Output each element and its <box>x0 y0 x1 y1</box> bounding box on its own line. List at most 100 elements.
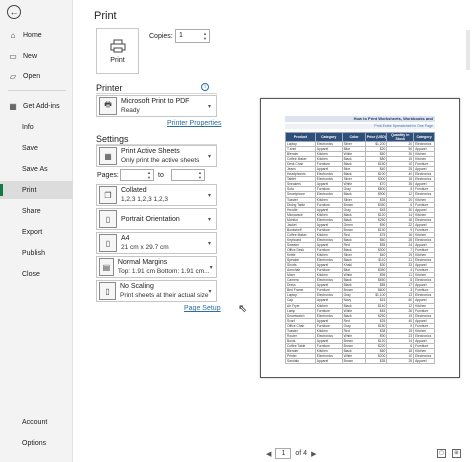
add-ins-icon: ▦ <box>9 101 17 111</box>
nav-get-add-ins[interactable]: ▦ Get Add-ins <box>0 97 73 115</box>
margins-icon: ▤ <box>99 258 114 276</box>
table-header-cell: Quantity in Stock <box>386 132 415 142</box>
table-row: Sandals Apparel Brown $35 29 Apparel <box>285 358 435 365</box>
table-cell: Apparel <box>413 358 435 365</box>
new-document-icon: ▭ <box>9 51 17 61</box>
nav-save-as-label: Save As <box>22 165 48 173</box>
paper-size-subtitle: 21 cm x 29.7 cm <box>121 244 169 251</box>
table-cell: $35 <box>365 358 388 365</box>
nav-info[interactable]: Info <box>0 118 73 136</box>
print-button[interactable]: Print <box>96 28 139 74</box>
printer-heading: Printer <box>96 83 123 93</box>
nav-save[interactable]: Save <box>0 139 73 157</box>
nav-info-label: Info <box>22 123 34 131</box>
nav-get-add-ins-label: Get Add-ins <box>23 102 60 110</box>
print-scope-dropdown[interactable]: ▦ Print Active Sheets Only print the acti… <box>96 145 217 167</box>
pages-label: Pages: <box>97 172 119 179</box>
show-margins-icon[interactable]: ▢ <box>437 449 446 458</box>
nav-publish[interactable]: Publish <box>0 244 73 262</box>
portrait-page-icon: ▯ <box>99 210 117 228</box>
chevron-down-icon: ▾ <box>208 240 212 247</box>
preview-page: How to Print Worksheets, Workbooks and P… <box>260 98 460 378</box>
home-icon: ⌂ <box>10 30 16 40</box>
scaling-title: No Scaling <box>119 283 154 290</box>
nav-options-label: Options <box>22 439 47 447</box>
nav-new-label: New <box>23 52 38 60</box>
collate-icon: ❐ <box>99 186 117 204</box>
nav-share-label: Share <box>22 207 41 215</box>
settings-heading: Settings <box>96 134 129 144</box>
nav-open-label: Open <box>23 72 41 80</box>
nav-account[interactable]: Account <box>0 413 73 431</box>
printer-name: Microsoft Print to PDF <box>121 98 190 105</box>
printer-dropdown[interactable]: 🖶 Microsoft Print to PDF Ready ▾ <box>96 95 217 117</box>
orientation-dropdown[interactable]: ▯ Portrait Orientation ▾ <box>96 208 217 230</box>
back-arrow-icon[interactable]: ← <box>7 5 21 19</box>
nav-options[interactable]: Options <box>0 434 73 452</box>
page-setup-link[interactable]: Page Setup <box>184 305 221 312</box>
table-cell: Sandals <box>285 358 316 365</box>
scrollbar[interactable] <box>466 30 470 70</box>
collate-dropdown[interactable]: ❐ Collated 1,2,3 1,2,3 1,2,3 ▾ <box>96 184 217 206</box>
next-page-icon[interactable]: ▶ <box>311 450 316 458</box>
spinner-icon[interactable]: ▲ ▼ <box>147 170 151 180</box>
table-body: Laptop Electronics Silver $1,200 20 Electroni… <box>285 140 435 365</box>
chevron-down-icon: ▾ <box>208 216 212 223</box>
collate-subtitle: 1,2,3 1,2,3 1,2,3 <box>121 196 168 203</box>
table-cell: Brown <box>341 358 367 365</box>
nav-save-as[interactable]: Save As <box>0 160 73 178</box>
printer-status: Ready <box>121 107 140 114</box>
nav-export[interactable]: Export <box>0 223 73 241</box>
print-scope-title: Print Active Sheets <box>121 148 180 155</box>
table-header-cell: Category <box>413 132 435 142</box>
pages-from-input[interactable]: ▲ ▼ <box>120 169 154 181</box>
table-header-row: Product Category Color Price (USD) Quantity … <box>285 132 435 142</box>
nav-home[interactable]: ⌂ Home <box>0 26 73 44</box>
chevron-down-icon: ▾ <box>208 103 212 110</box>
sheets-icon: ▦ <box>99 147 117 165</box>
paper-size-icon: ▯ <box>99 234 117 252</box>
preview-table: Product Category Color Price (USD) Quantity … <box>285 132 435 365</box>
nav-print[interactable]: Print <box>0 181 73 199</box>
nav-divider <box>8 90 66 91</box>
info-icon[interactable]: i <box>201 83 209 91</box>
printer-icon <box>110 39 125 52</box>
table-header-cell: Color <box>341 132 367 142</box>
page-title: Print <box>94 10 117 22</box>
nav-share[interactable]: Share <box>0 202 73 220</box>
nav-home-label: Home <box>23 31 42 39</box>
printer-device-icon: 🖶 <box>99 97 117 115</box>
nav-save-label: Save <box>22 144 38 152</box>
nav-open[interactable]: ▱ Open <box>0 67 73 85</box>
table-header-cell: Category <box>314 132 343 142</box>
scaling-subtitle: Print sheets at their actual size <box>119 292 209 299</box>
margins-dropdown[interactable]: ▤ Normal Margins Top: 1.91 cm Bottom: 1.9… <box>96 256 217 278</box>
spinner-icon[interactable]: ▲ ▼ <box>198 170 202 180</box>
nav-publish-label: Publish <box>22 249 45 257</box>
chevron-down-icon: ▾ <box>208 153 212 160</box>
nav-close[interactable]: Close <box>0 265 73 283</box>
pages-to-input[interactable]: ▲ ▼ <box>171 169 205 181</box>
paper-size-dropdown[interactable]: ▯ A4 21 cm x 29.7 cm ▾ <box>96 232 217 254</box>
chevron-down-icon: ▾ <box>208 192 212 199</box>
copies-input[interactable]: 1 ▲ ▼ <box>175 29 210 43</box>
copies-spinner-icon[interactable]: ▲ ▼ <box>203 31 207 41</box>
scaling-icon: ▯ <box>99 282 116 300</box>
paper-size-title: A4 <box>121 235 130 242</box>
previous-page-icon[interactable]: ◀ <box>266 450 271 458</box>
orientation-title: Portrait Orientation <box>121 215 180 223</box>
table-header-cell: Price (USD) <box>365 132 388 142</box>
nav-export-label: Export <box>22 228 43 236</box>
table-header-cell: Product <box>285 132 316 142</box>
current-page-input[interactable]: 1 <box>275 448 292 459</box>
scaling-dropdown[interactable]: ▯ No Scaling Print sheets at their actual… <box>96 280 217 302</box>
print-scope-subtitle: Only print the active sheets <box>121 157 200 164</box>
nav-new[interactable]: ▭ New <box>0 47 73 65</box>
page-count: of 4 <box>295 450 308 457</box>
table-cell: 29 <box>386 358 415 365</box>
zoom-to-page-icon[interactable]: ⊞ <box>452 449 461 458</box>
margins-title: Normal Margins <box>117 259 168 266</box>
sheet-subtitle: Print Entire Spreadsheet in One Page <box>285 124 435 129</box>
nav-account-label: Account <box>22 418 48 426</box>
printer-properties-link[interactable]: Printer Properties <box>167 120 221 127</box>
